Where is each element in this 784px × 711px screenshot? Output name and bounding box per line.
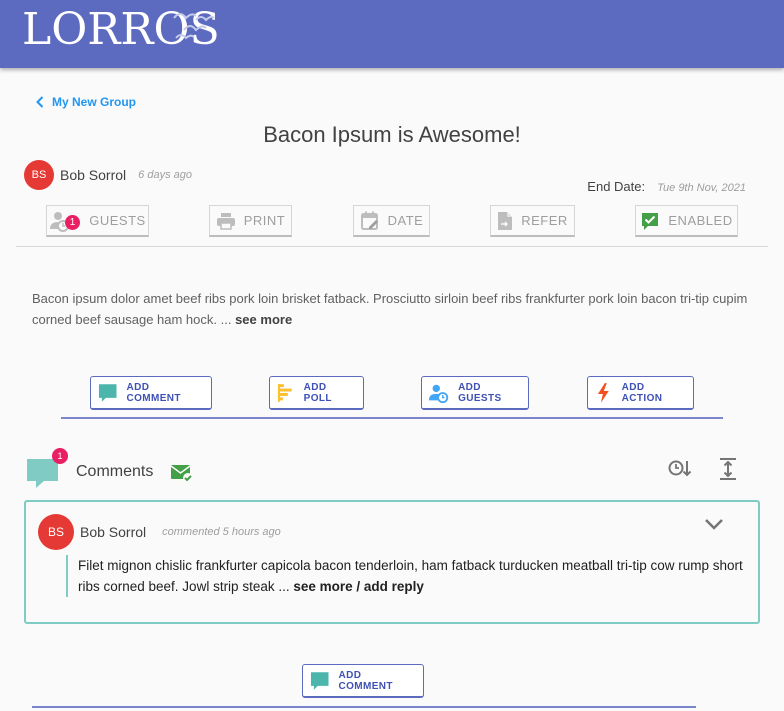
refer-button[interactable]: REFER (490, 205, 575, 237)
poll-icon (277, 383, 292, 402)
guests-button[interactable]: 1 GUESTS (46, 205, 149, 237)
add-action-button[interactable]: ADD ACTION (587, 376, 694, 410)
comment-icon (310, 671, 329, 690)
add-comment-button-bottom[interactable]: ADD COMMENT (302, 664, 424, 698)
guests-clock-icon: 1 (49, 210, 81, 232)
comment-icon (98, 383, 117, 402)
printer-icon (216, 212, 235, 230)
guests-badge: 1 (65, 214, 81, 230)
file-share-icon (498, 211, 513, 230)
guests-clock-icon (428, 384, 449, 403)
end-date-value: Tue 9th Nov, 2021 (657, 182, 746, 194)
add-comment-label: ADD COMMENT (338, 669, 393, 692)
logo[interactable]: LORROS (22, 6, 220, 54)
comment-author: BS Bob Sorrol commented 5 hours ago (38, 514, 281, 550)
back-link[interactable]: My New Group (36, 95, 136, 109)
author-name: Bob Sorrol (60, 167, 127, 183)
enabled-toggle[interactable]: ENABLED (635, 205, 738, 237)
add-comment-label: ADD COMMENT (126, 381, 181, 404)
app-bar: LORROS (0, 0, 784, 68)
comment-author-name: Bob Sorrol (80, 524, 147, 540)
post-body-text: Bacon ipsum dolor amet beef ribs pork lo… (32, 291, 748, 327)
add-guests-label: ADD GUESTS (458, 381, 502, 404)
enabled-label: ENABLED (668, 213, 733, 228)
add-poll-label: ADD POLL (303, 381, 332, 404)
end-date: End Date: Tue 9th Nov, 2021 (587, 179, 746, 194)
comment-card[interactable]: BS Bob Sorrol commented 5 hours ago File… (24, 500, 760, 624)
check-box-icon (642, 212, 659, 230)
comment-time: commented 5 hours ago (162, 526, 281, 538)
print-label: PRINT (243, 213, 286, 228)
chevron-down-icon[interactable] (704, 518, 724, 530)
date-button[interactable]: DATE (353, 205, 430, 237)
end-date-label: End Date: (587, 179, 646, 194)
back-link-label: My New Group (52, 95, 137, 109)
comments-title: Comments (76, 463, 154, 480)
date-label: DATE (387, 213, 424, 228)
calendar-edit-icon (360, 211, 378, 230)
page-title: Bacon Ipsum is Awesome! (263, 122, 521, 147)
birds-icon (173, 13, 215, 40)
lightning-icon (597, 382, 609, 403)
comments-header-icon: 1 (26, 448, 68, 492)
comment-body: Filet mignon chislic frankfurter capicol… (66, 555, 760, 597)
avatar[interactable]: BS (24, 160, 54, 190)
add-action-label: ADD ACTION (621, 381, 663, 404)
refer-label: REFER (521, 213, 568, 228)
divider (16, 246, 768, 247)
bottom-divider (32, 706, 696, 708)
chevron-left-icon (36, 96, 44, 108)
print-button[interactable]: PRINT (209, 205, 292, 237)
add-guests-button[interactable]: ADD GUESTS (421, 376, 529, 410)
see-more-link[interactable]: see more (235, 312, 292, 327)
see-more-reply-link[interactable]: see more / add reply (293, 579, 424, 594)
avatar[interactable]: BS (38, 514, 74, 550)
guests-label: GUESTS (89, 213, 146, 228)
add-poll-button[interactable]: ADD POLL (269, 376, 364, 410)
sort-by-time-icon[interactable] (668, 458, 692, 480)
expand-all-icon[interactable] (718, 458, 738, 480)
action-row-divider (61, 417, 723, 419)
add-comment-button[interactable]: ADD COMMENT (90, 376, 212, 410)
post-time: 6 days ago (138, 169, 192, 181)
comments-badge: 1 (52, 448, 68, 464)
post-author: BS Bob Sorrol 6 days ago (24, 160, 192, 190)
mail-check-icon[interactable] (170, 463, 194, 483)
post-body: Bacon ipsum dolor amet beef ribs pork lo… (32, 288, 762, 330)
